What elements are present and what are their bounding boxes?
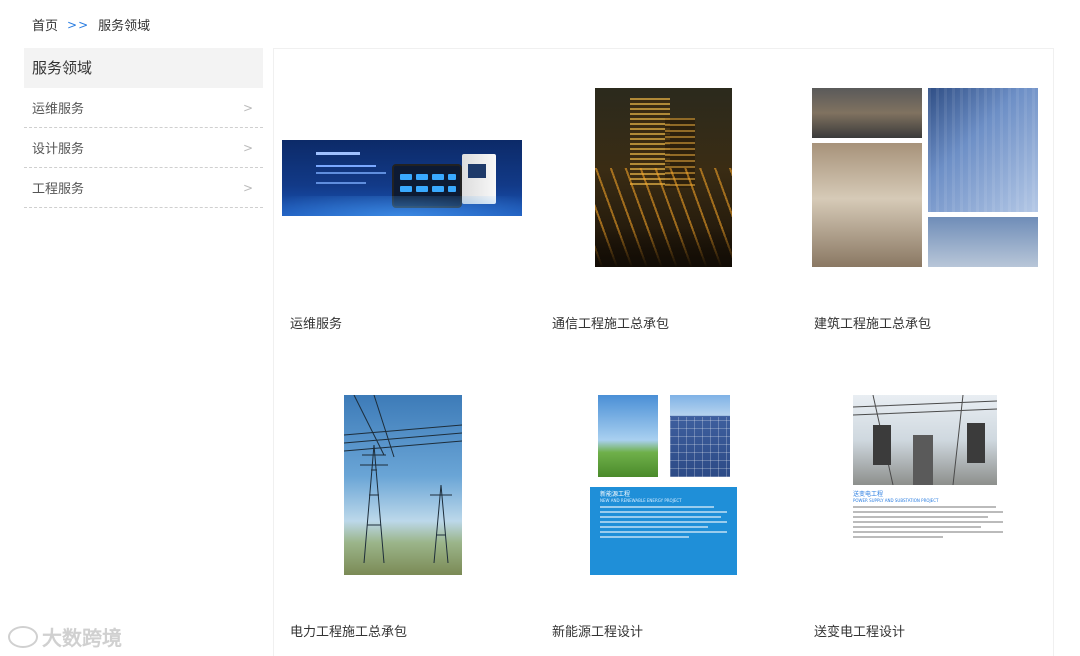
watermark-logo-icon — [8, 625, 38, 648]
service-card-construction[interactable]: 建筑工程施工总承包 — [798, 49, 1054, 339]
card-label: 新能源工程设计 — [552, 625, 644, 640]
card-label: 电力工程施工总承包 — [290, 625, 408, 640]
sidebar-item-maintenance[interactable]: 运维服务 > — [24, 88, 263, 128]
chevron-right-icon: > — [242, 140, 253, 155]
sidebar-item-design[interactable]: 设计服务 > — [24, 128, 263, 168]
card-label: 送变电工程设计 — [814, 625, 906, 640]
architecture-collage-image — [812, 88, 1040, 268]
sidebar-item-engineering[interactable]: 工程服务 > — [24, 168, 263, 208]
service-card-substation[interactable]: 送变电工程 POWER SUPPLY AND SUBSTATION PROJEC… — [798, 349, 1054, 649]
substation-image: 送变电工程 POWER SUPPLY AND SUBSTATION PROJEC… — [853, 395, 1003, 575]
service-card-telecom[interactable]: 通信工程施工总承包 — [536, 49, 796, 339]
sidebar-item-label: 设计服务 — [32, 142, 85, 157]
panel-subheading: NEW AND RENEWABLE ENERGY PROJECT — [600, 498, 682, 503]
service-card-maintenance[interactable]: 运维服务 — [274, 49, 534, 339]
power-monitoring-image — [282, 140, 522, 216]
card-label: 建筑工程施工总承包 — [814, 317, 932, 332]
city-night-image — [595, 88, 732, 267]
sidebar-item-label: 工程服务 — [32, 182, 85, 197]
service-card-renewable[interactable]: 新能源工程 NEW AND RENEWABLE ENERGY PROJECT 新… — [536, 349, 796, 649]
renewable-energy-image: 新能源工程 NEW AND RENEWABLE ENERGY PROJECT — [590, 395, 738, 575]
chevron-right-icon: > — [242, 100, 253, 115]
sidebar-item-label: 运维服务 — [32, 102, 85, 117]
breadcrumb-current: 服务领域 — [98, 19, 151, 34]
card-label: 通信工程施工总承包 — [552, 317, 670, 332]
panel-heading: 送变电工程 — [853, 491, 884, 498]
sidebar-title: 服务领域 — [24, 48, 263, 88]
service-grid: 运维服务 通信工程施工总承包 建筑工程施工总承包 电力工程施工总承包 新能源工程… — [273, 48, 1054, 656]
service-card-power[interactable]: 电力工程施工总承包 — [274, 349, 534, 649]
panel-subheading: POWER SUPPLY AND SUBSTATION PROJECT — [853, 498, 939, 503]
sidebar: 服务领域 运维服务 > 设计服务 > 工程服务 > — [24, 48, 263, 208]
breadcrumb-home-link[interactable]: 首页 — [32, 15, 58, 34]
card-label: 运维服务 — [290, 317, 343, 332]
power-pylons-image — [344, 395, 462, 575]
chevron-right-icon: > — [242, 180, 253, 195]
watermark: 大数跨境 — [8, 622, 122, 651]
breadcrumb: 首页 >> 服务领域 — [32, 15, 151, 35]
breadcrumb-separator: >> — [67, 17, 90, 32]
watermark-text: 大数跨境 — [42, 626, 122, 650]
panel-heading: 新能源工程 — [600, 491, 631, 498]
